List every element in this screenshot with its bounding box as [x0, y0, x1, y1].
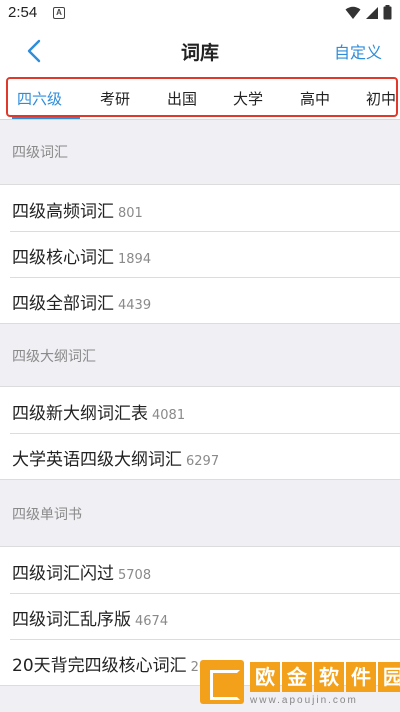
category-tabs: 四六级 考研 出国 大学 高中 初中 [0, 74, 400, 120]
tab-kaoyan[interactable]: 考研 [100, 88, 130, 109]
item-name: 四级新大纲词汇表 [12, 404, 148, 424]
watermark-icon [200, 660, 244, 704]
item-count: 801 [118, 206, 143, 221]
list-item[interactable]: 四级词汇乱序版 4674 [0, 593, 400, 639]
item-count: 4439 [118, 298, 152, 313]
status-icons [345, 5, 392, 20]
battery-icon [383, 5, 392, 20]
item-count: 4674 [135, 614, 169, 629]
tab-abroad[interactable]: 出国 [167, 88, 197, 109]
word-list-card: 四级新大纲词汇表 4081 大学英语四级大纲词汇 6297 [0, 386, 400, 480]
list-item[interactable]: 四级新大纲词汇表 4081 [0, 387, 400, 433]
watermark-char: 件 [346, 662, 376, 692]
status-time: 2:54 [8, 4, 38, 21]
item-count: 5708 [118, 568, 152, 583]
watermark-logo: 欧 金 软 件 园 www.apoujin.com [200, 660, 400, 710]
list-item[interactable]: 四级高频词汇 801 [0, 185, 400, 231]
tabs-highlight-box [6, 77, 398, 117]
tab-middle-school[interactable]: 初中 [366, 88, 396, 109]
notification-icon: A [53, 7, 65, 19]
custom-button[interactable]: 自定义 [334, 39, 382, 63]
tab-cet46[interactable]: 四六级 [17, 88, 62, 109]
list-item[interactable]: 四级全部词汇 4439 [0, 277, 400, 323]
tab-university[interactable]: 大学 [233, 88, 263, 109]
section-header: 四级大纲词汇 [0, 324, 400, 370]
item-name: 四级高频词汇 [12, 202, 114, 222]
item-name: 大学英语四级大纲词汇 [12, 450, 182, 470]
section-header: 四级单词书 [0, 482, 400, 528]
list-item[interactable]: 四级词汇闪过 5708 [0, 547, 400, 593]
signal-icon [366, 6, 378, 19]
item-name: 20天背完四级核心词汇 [12, 656, 187, 676]
item-name: 四级词汇闪过 [12, 564, 114, 584]
watermark-title: 欧 金 软 件 园 [250, 662, 400, 692]
item-count: 1894 [118, 252, 152, 267]
item-count: 6297 [186, 454, 220, 469]
tab-high-school[interactable]: 高中 [300, 88, 330, 109]
word-list-card: 四级高频词汇 801 四级核心词汇 1894 四级全部词汇 4439 [0, 184, 400, 324]
watermark-subtitle: www.apoujin.com [250, 695, 358, 706]
item-name: 四级核心词汇 [12, 248, 114, 268]
list-item[interactable]: 四级核心词汇 1894 [0, 231, 400, 277]
wifi-icon [345, 6, 361, 19]
section-title: 四级单词书 [12, 507, 82, 523]
item-count: 4081 [152, 408, 186, 423]
nav-bar: 词库 自定义 [0, 28, 400, 74]
status-bar: 2:54 A [0, 0, 400, 28]
item-name: 四级全部词汇 [12, 294, 114, 314]
watermark-char: 园 [378, 662, 400, 692]
list-item[interactable]: 大学英语四级大纲词汇 6297 [0, 433, 400, 479]
active-tab-indicator [12, 116, 80, 119]
item-name: 四级词汇乱序版 [12, 610, 131, 630]
section-title: 四级大纲词汇 [12, 349, 96, 365]
section-title: 四级词汇 [12, 145, 68, 161]
watermark-char: 欧 [250, 662, 280, 692]
watermark-char: 金 [282, 662, 312, 692]
section-header: 四级词汇 [0, 120, 400, 166]
watermark-char: 软 [314, 662, 344, 692]
